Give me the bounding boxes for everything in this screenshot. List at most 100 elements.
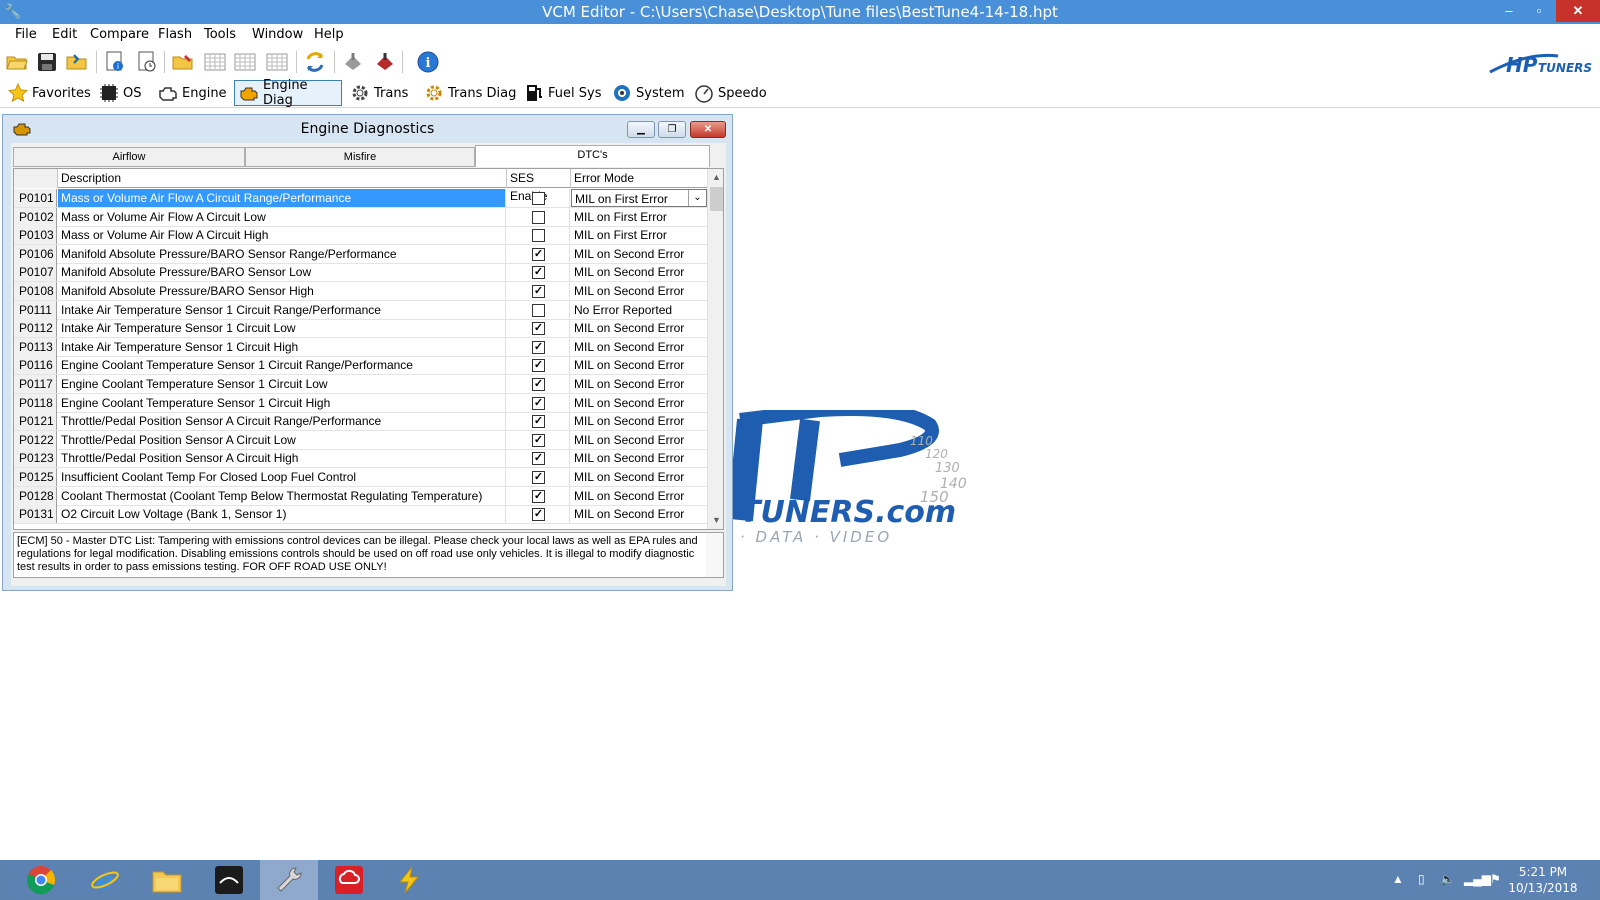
- action-center-flag-icon[interactable]: ⚑: [1490, 872, 1501, 888]
- dtc-description-cell[interactable]: Insufficient Coolant Temp For Closed Loo…: [58, 468, 506, 486]
- engine-diagnostics-titlebar[interactable]: Engine Diagnostics ▁ ❐ ✕: [3, 115, 732, 141]
- ses-enable-checkbox[interactable]: [532, 303, 545, 317]
- ses-enable-checkbox[interactable]: ✓: [532, 452, 545, 466]
- nav-system[interactable]: System: [608, 80, 688, 106]
- dtc-description-cell[interactable]: Intake Air Temperature Sensor 1 Circuit …: [58, 319, 506, 338]
- dtc-row[interactable]: P0107 Manifold Absolute Pressure/BARO Sen…: [14, 263, 707, 283]
- close-button[interactable]: ✕: [1556, 0, 1600, 22]
- file-explorer-icon[interactable]: [138, 860, 196, 900]
- volume-icon[interactable]: 🔈: [1440, 872, 1455, 888]
- error-mode-cell[interactable]: MIL on First Error: [571, 208, 707, 226]
- column-header-ses-enable[interactable]: SES Enable: [507, 169, 571, 203]
- ses-enable-checkbox[interactable]: ✓: [532, 508, 545, 522]
- read-vehicle-icon[interactable]: [340, 50, 366, 74]
- dtc-row[interactable]: P0121 Throttle/Pedal Position Sensor A Ci…: [14, 412, 707, 432]
- dtc-description-cell[interactable]: Manifold Absolute Pressure/BARO Sensor R…: [58, 244, 506, 263]
- ses-enable-checkbox[interactable]: ✓: [532, 266, 545, 280]
- error-mode-cell[interactable]: MIL on First Error: [571, 226, 707, 244]
- menu-flash[interactable]: Flash: [158, 27, 192, 42]
- battery-icon[interactable]: ▯: [1418, 872, 1425, 888]
- menu-edit[interactable]: Edit: [52, 27, 77, 42]
- table-compare-icon[interactable]: [232, 50, 258, 74]
- internet-explorer-icon[interactable]: e: [76, 860, 134, 900]
- error-mode-cell[interactable]: MIL on Second Error: [571, 468, 707, 486]
- error-mode-cell[interactable]: MIL on Second Error: [571, 338, 707, 356]
- dtc-description-cell[interactable]: Throttle/Pedal Position Sensor A Circuit…: [58, 412, 506, 431]
- ses-enable-checkbox[interactable]: ✓: [532, 378, 545, 391]
- dtc-row[interactable]: P0116 Engine Coolant Temperature Sensor 1…: [14, 356, 707, 376]
- dtc-description-cell[interactable]: Throttle/Pedal Position Sensor A Circuit…: [58, 449, 506, 468]
- dtc-description-cell[interactable]: Intake Air Temperature Sensor 1 Circuit …: [58, 337, 506, 356]
- ses-enable-checkbox[interactable]: ✓: [532, 471, 545, 484]
- dtc-row[interactable]: P0125 Insufficient Coolant Temp For Close…: [14, 468, 707, 487]
- dtc-row[interactable]: P0117 Engine Coolant Temperature Sensor 1…: [14, 375, 707, 394]
- dtc-description-cell[interactable]: Manifold Absolute Pressure/BARO Sensor L…: [58, 263, 506, 282]
- dtc-row[interactable]: P0102 Mass or Volume Air Flow A Circuit L…: [14, 207, 707, 227]
- error-mode-cell[interactable]: No Error Reported: [571, 301, 707, 319]
- table-grid-icon[interactable]: [264, 50, 290, 74]
- dtc-description-cell[interactable]: Mass or Volume Air Flow A Circuit Low: [58, 207, 506, 226]
- error-mode-cell[interactable]: MIL on Second Error: [571, 431, 707, 449]
- dtc-row[interactable]: P0122 Throttle/Pedal Position Sensor A Ci…: [14, 430, 707, 450]
- lightning-app-icon[interactable]: [380, 860, 438, 900]
- ses-enable-checkbox[interactable]: ✓: [532, 359, 545, 373]
- open-tune-icon[interactable]: [64, 50, 90, 74]
- nav-trans-diag[interactable]: Trans Diag: [420, 80, 520, 106]
- dtc-description-cell[interactable]: Intake Air Temperature Sensor 1 Circuit …: [58, 300, 506, 319]
- tab-misfire[interactable]: Misfire: [245, 147, 475, 167]
- error-mode-cell[interactable]: MIL on Second Error: [571, 263, 707, 281]
- error-mode-cell[interactable]: MIL on Second Error: [571, 505, 707, 523]
- open-folder-icon[interactable]: [4, 50, 30, 74]
- column-header-description[interactable]: Description: [58, 169, 507, 188]
- menu-file[interactable]: File: [15, 27, 37, 42]
- maximize-button[interactable]: ▫: [1524, 0, 1554, 22]
- chevron-down-icon[interactable]: ⌄: [688, 190, 706, 206]
- ses-enable-checkbox[interactable]: [532, 210, 545, 224]
- note-scrollbar[interactable]: [706, 533, 723, 577]
- dtc-description-cell[interactable]: Mass or Volume Air Flow A Circuit Range/…: [58, 189, 506, 207]
- chrome-icon[interactable]: [12, 860, 70, 900]
- vcm-editor-icon[interactable]: [260, 860, 318, 900]
- ses-enable-checkbox[interactable]: ✓: [532, 433, 545, 447]
- dtc-row[interactable]: P0113 Intake Air Temperature Sensor 1 Cir…: [14, 337, 707, 357]
- dtc-row[interactable]: P0103 Mass or Volume Air Flow A Circuit H…: [14, 226, 707, 246]
- error-mode-cell[interactable]: MIL on Second Error: [571, 319, 707, 337]
- dtc-row[interactable]: P0112 Intake Air Temperature Sensor 1 Cir…: [14, 319, 707, 339]
- child-restore-button[interactable]: ❐: [658, 121, 686, 138]
- error-mode-dropdown[interactable]: MIL on First Error ⌄: [571, 189, 707, 207]
- error-mode-cell[interactable]: MIL on Second Error: [571, 449, 707, 467]
- child-minimize-button[interactable]: ▁: [627, 121, 655, 138]
- dtc-row[interactable]: P0101 Mass or Volume Air Flow A Circuit R…: [14, 189, 707, 208]
- folder-edit-icon[interactable]: [170, 50, 196, 74]
- save-icon[interactable]: [34, 50, 60, 74]
- nav-engine[interactable]: Engine: [154, 80, 231, 106]
- ses-enable-checkbox[interactable]: ✓: [532, 489, 545, 503]
- refresh-sync-icon[interactable]: [302, 50, 328, 74]
- dtc-description-cell[interactable]: Engine Coolant Temperature Sensor 1 Circ…: [58, 356, 506, 375]
- network-icon[interactable]: ▂▄▆: [1464, 872, 1491, 888]
- scrollbar-thumb[interactable]: [710, 187, 723, 211]
- column-header-error-mode[interactable]: Error Mode: [571, 169, 707, 188]
- dtc-description-cell[interactable]: O2 Circuit Low Voltage (Bank 1, Sensor 1…: [58, 505, 506, 524]
- nav-os[interactable]: OS: [95, 80, 145, 106]
- app-dark-icon[interactable]: [200, 860, 258, 900]
- ses-enable-checkbox[interactable]: ✓: [532, 340, 545, 354]
- tab-dtcs[interactable]: DTC's: [475, 145, 710, 167]
- dtc-row[interactable]: P0118 Engine Coolant Temperature Sensor 1…: [14, 393, 707, 413]
- ses-enable-checkbox[interactable]: ✓: [532, 285, 545, 298]
- column-header-code[interactable]: [14, 169, 58, 188]
- nav-fuel-sys[interactable]: Fuel Sys: [520, 80, 605, 106]
- tab-airflow[interactable]: Airflow: [13, 147, 245, 167]
- nav-engine-diag[interactable]: Engine Diag: [234, 78, 342, 108]
- creative-cloud-icon[interactable]: [320, 860, 378, 900]
- nav-trans[interactable]: Trans: [346, 80, 412, 106]
- minimize-button[interactable]: –: [1494, 0, 1524, 22]
- scroll-up-icon[interactable]: ▲: [708, 169, 723, 186]
- error-mode-cell[interactable]: MIL on Second Error: [571, 394, 707, 412]
- error-mode-cell[interactable]: MIL on Second Error: [571, 282, 707, 300]
- dtc-description-cell[interactable]: Engine Coolant Temperature Sensor 1 Circ…: [58, 393, 506, 412]
- nav-favorites[interactable]: Favorites: [4, 80, 95, 106]
- dtc-row[interactable]: P0108 Manifold Absolute Pressure/BARO Sen…: [14, 282, 707, 301]
- error-mode-cell[interactable]: MIL on Second Error: [571, 375, 707, 393]
- tune-info-icon[interactable]: i: [102, 50, 128, 74]
